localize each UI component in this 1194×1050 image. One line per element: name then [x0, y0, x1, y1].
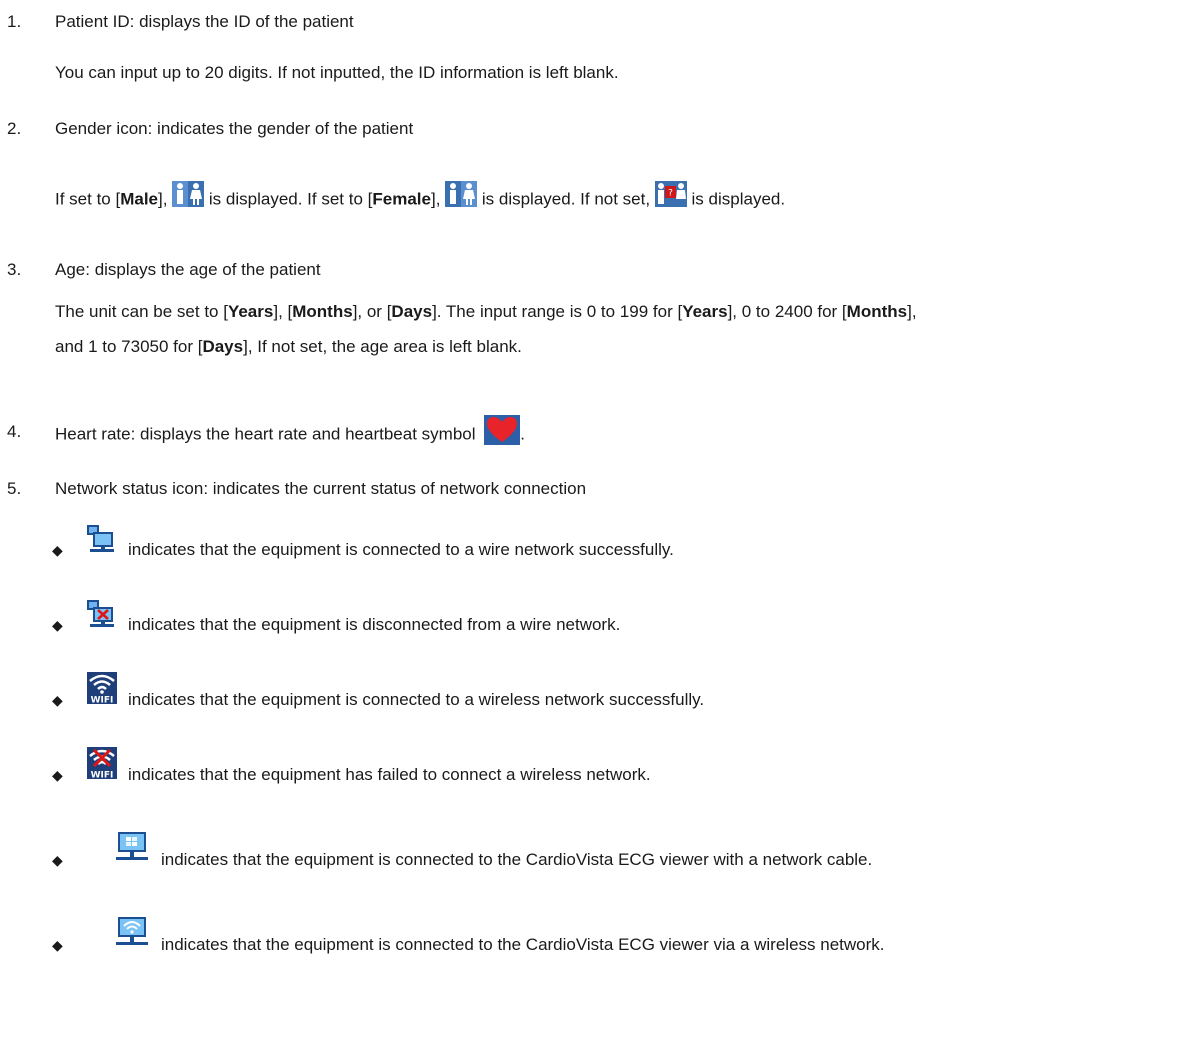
network-status-text: indicates that the equipment has failed …	[128, 765, 651, 784]
item-3-number: 3.	[7, 260, 22, 279]
network-status-text: indicates that the equipment is disconne…	[128, 615, 621, 634]
svg-text:WIFI: WIFI	[91, 771, 114, 780]
wifi-connected-icon: WIFI	[87, 672, 117, 704]
item-1-number: 1.	[7, 12, 22, 31]
item-2-description: If set to [Male], is displayed. If set t…	[55, 181, 785, 213]
item-2-title: Gender icon: indicates the gender of the…	[55, 119, 414, 138]
viewer-wireless-icon	[116, 917, 148, 947]
bullet-marker: ◆	[52, 937, 63, 953]
item-4-number: 4.	[7, 422, 22, 441]
viewer-cable-icon	[116, 832, 148, 862]
item-1-description: You can input up to 20 digits. If not in…	[55, 63, 619, 82]
item-5-number: 5.	[7, 479, 22, 498]
bullet-marker: ◆	[52, 767, 63, 783]
gender-male-icon	[172, 181, 205, 207]
gender-female-icon	[445, 181, 478, 207]
svg-text:WIFI: WIFI	[91, 696, 114, 705]
female-option: Female	[372, 189, 431, 209]
item-1-title: Patient ID: displays the ID of the patie…	[55, 12, 354, 31]
item-3-description-line-2: and 1 to 73050 for [Days], If not set, t…	[55, 337, 522, 356]
item-4-title: Heart rate: displays the heart rate and …	[55, 415, 525, 450]
svg-text:?: ?	[668, 189, 673, 199]
bullet-marker: ◆	[52, 692, 63, 708]
network-status-text: indicates that the equipment is connecte…	[128, 540, 674, 559]
wired-connected-icon	[87, 525, 115, 553]
item-5-title: Network status icon: indicates the curre…	[55, 479, 587, 498]
wifi-failed-icon: WIFI	[87, 747, 117, 779]
heartbeat-icon	[484, 415, 521, 445]
item-2-number: 2.	[7, 119, 22, 138]
network-status-text: indicates that the equipment is connecte…	[128, 690, 705, 709]
item-3-title: Age: displays the age of the patient	[55, 260, 321, 279]
wired-disconnected-icon	[87, 600, 115, 628]
bullet-marker: ◆	[52, 852, 63, 868]
bullet-marker: ◆	[52, 617, 63, 633]
network-status-text: indicates that the equipment is connecte…	[161, 850, 873, 869]
bullet-marker: ◆	[52, 542, 63, 558]
gender-unknown-icon: ?	[654, 181, 687, 207]
network-status-text: indicates that the equipment is connecte…	[161, 935, 885, 954]
item-3-description-line-1: The unit can be set to [Years], [Months]…	[55, 302, 917, 321]
male-option: Male	[120, 189, 158, 209]
